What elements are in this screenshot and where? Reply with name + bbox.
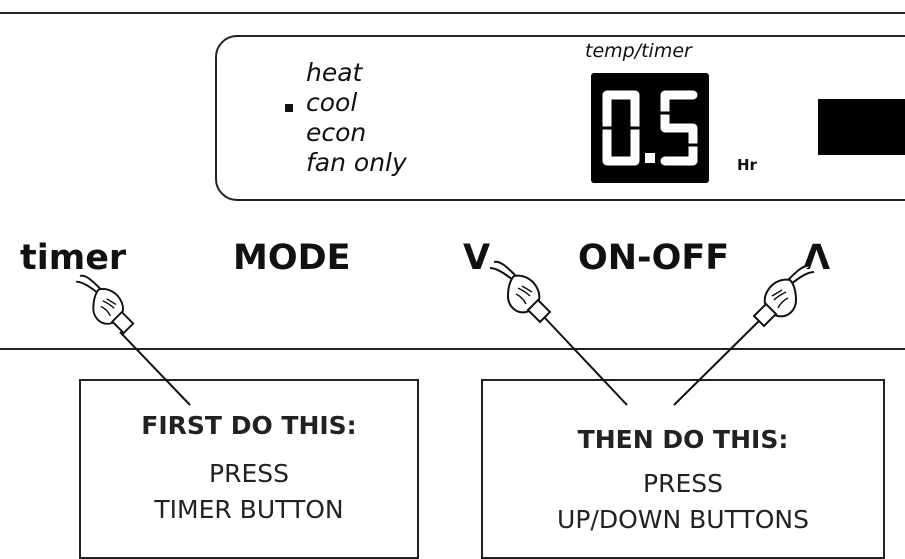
- mode-list: heat cool econ fan only: [306, 58, 407, 178]
- first-step-line1: PRESS: [209, 459, 289, 488]
- timer-button[interactable]: timer: [20, 238, 126, 278]
- first-step-callout: FIRST DO THIS: PRESS TIMER BUTTON: [79, 379, 419, 559]
- temp-timer-label: temp/timer: [585, 40, 692, 62]
- first-step-heading: FIRST DO THIS:: [141, 411, 357, 440]
- mode-heat: heat: [306, 58, 363, 87]
- first-step-line2: TIMER BUTTON: [154, 495, 344, 524]
- then-step-line2: UP/DOWN BUTTONS: [557, 505, 809, 534]
- lcd-value-text: 0.5: [650, 176, 652, 178]
- unit-label: Hr: [737, 156, 757, 174]
- on-off-button[interactable]: ON-OFF: [578, 238, 729, 278]
- secondary-display: [818, 99, 905, 155]
- mode-button[interactable]: MODE: [233, 238, 351, 278]
- then-step-callout: THEN DO THIS: PRESS UP/DOWN BUTTONS: [481, 379, 885, 559]
- up-button[interactable]: Λ: [803, 238, 830, 278]
- seven-segment-display: 0.5: [601, 90, 699, 178]
- down-button[interactable]: V: [463, 238, 490, 278]
- mode-cool: cool: [306, 88, 358, 117]
- then-step-line1: PRESS: [643, 469, 723, 498]
- then-step-heading: THEN DO THIS:: [577, 425, 789, 454]
- mode-econ: econ: [306, 118, 367, 147]
- mode-indicator-square-icon: [285, 104, 293, 112]
- mode-fan-only: fan only: [306, 148, 407, 177]
- lcd-readout: 0.5: [591, 73, 709, 183]
